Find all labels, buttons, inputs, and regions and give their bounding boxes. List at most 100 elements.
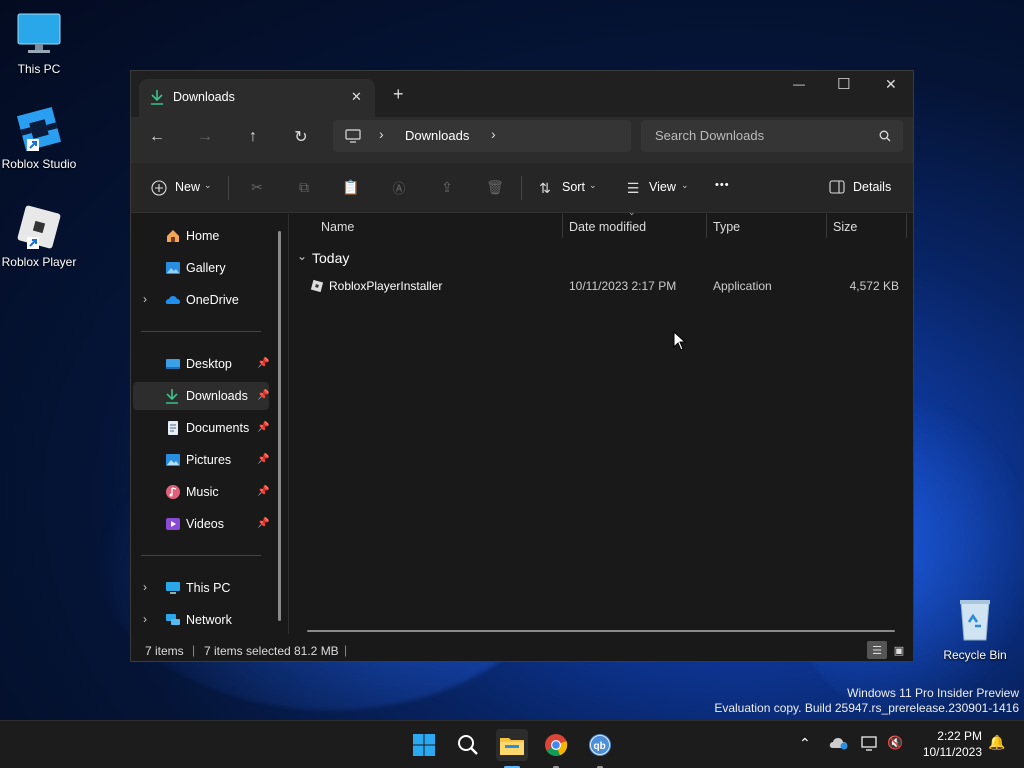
group-header-today[interactable]: Today	[312, 250, 349, 266]
start-button[interactable]	[408, 729, 440, 761]
refresh-icon[interactable]: ↻	[289, 125, 313, 149]
chevron-down-icon[interactable]: ⌄	[297, 249, 307, 263]
sidebar-item-label: Downloads	[186, 389, 248, 403]
clock[interactable]: 2:22 PM 10/11/2023	[912, 728, 982, 760]
up-icon[interactable]: ↑	[241, 125, 265, 149]
desktop-icon-this-pc[interactable]: This PC	[0, 10, 78, 76]
tab-downloads[interactable]: Downloads ✕	[139, 79, 375, 117]
show-hidden-icons-button[interactable]: ⌃	[799, 735, 811, 752]
close-window-button[interactable]: ✕	[885, 76, 897, 93]
file-explorer-taskbar-button[interactable]	[496, 729, 528, 768]
sidebar-item-network[interactable]: › Network	[133, 606, 269, 634]
breadcrumb-separator[interactable]: ›	[491, 126, 496, 142]
copy-icon[interactable]: ⧉	[294, 177, 314, 197]
view-icon: ☰	[626, 179, 640, 196]
notification-bell-icon[interactable]: 🔔	[988, 734, 1005, 751]
desktop-icon-label: This PC	[17, 62, 61, 76]
pin-icon: 📌	[257, 454, 270, 465]
cut-icon[interactable]: ✂	[247, 177, 267, 197]
view-button[interactable]: View	[649, 180, 676, 194]
breadcrumb-downloads[interactable]: Downloads	[405, 128, 469, 143]
sidebar-item-label: Pictures	[186, 453, 232, 467]
delete-icon[interactable]: 🗑	[485, 177, 505, 197]
status-bar: 7 items | 7 items selected 81.2 MB | ☰ ▣	[131, 637, 913, 663]
qbittorrent-taskbar-button[interactable]: qb	[584, 729, 616, 768]
thumbnails-view-icon[interactable]: ▣	[890, 641, 908, 659]
new-tab-button[interactable]: +	[393, 84, 404, 105]
column-header-type[interactable]: Type	[713, 220, 740, 246]
sidebar-item-label: Gallery	[186, 261, 226, 275]
chevron-right-icon[interactable]: ›	[143, 612, 147, 626]
sidebar-item-documents[interactable]: Documents 📌	[133, 414, 269, 442]
details-button[interactable]: Details	[853, 180, 891, 194]
more-options-button[interactable]: •••	[715, 179, 730, 191]
desktop-icon-roblox-player[interactable]: Roblox Player	[0, 203, 78, 269]
item-count: 7 items	[145, 644, 184, 658]
sidebar-item-videos[interactable]: Videos 📌	[133, 510, 269, 538]
details-view-icon[interactable]: ☰	[867, 641, 887, 659]
back-icon[interactable]: ←	[145, 125, 169, 149]
paste-icon[interactable]: 📋	[341, 177, 361, 197]
sidebar-item-downloads[interactable]: Downloads 📌	[133, 382, 269, 410]
pin-icon: 📌	[257, 390, 270, 401]
chevron-down-icon: ⌄	[589, 180, 597, 190]
file-row[interactable]: RobloxPlayerInstaller 10/11/2023 2:17 PM…	[301, 274, 905, 298]
sidebar-item-pictures[interactable]: Pictures 📌	[133, 446, 269, 474]
sidebar-item-label: Home	[186, 229, 220, 243]
sort-button[interactable]: Sort	[562, 180, 585, 194]
navigation-pane: Home Gallery › OneDrive Desktop 📌 Downlo…	[131, 214, 287, 634]
file-explorer-window: Downloads ✕ + — ☐ ✕ ← → ↑ ↻ › Downloads …	[130, 70, 914, 662]
pin-icon: 📌	[257, 518, 270, 529]
cloud-icon	[165, 292, 181, 308]
forward-icon[interactable]: →	[193, 125, 217, 149]
new-button[interactable]: New	[175, 180, 200, 194]
sidebar-item-label: Music	[186, 485, 219, 499]
clock-time: 2:22 PM	[937, 729, 982, 743]
column-header-name[interactable]: Name	[321, 220, 354, 246]
column-header-date[interactable]: Date modified	[569, 220, 646, 246]
computer-icon	[345, 128, 361, 144]
sidebar-item-onedrive[interactable]: › OneDrive	[133, 286, 269, 314]
chrome-taskbar-button[interactable]	[540, 729, 572, 768]
search-box[interactable]: Search Downloads	[641, 120, 903, 152]
pin-icon: 📌	[257, 422, 270, 433]
sidebar-item-home[interactable]: Home	[133, 222, 269, 250]
sidebar-divider	[141, 555, 261, 556]
close-tab-button[interactable]: ✕	[351, 89, 362, 105]
roblox-player-icon	[15, 203, 63, 251]
onedrive-tray-icon[interactable]	[829, 736, 849, 753]
column-divider[interactable]	[706, 214, 707, 238]
breadcrumb-separator[interactable]: ›	[379, 126, 384, 142]
sidebar-item-music[interactable]: Music 📌	[133, 478, 269, 506]
sidebar-item-this-pc[interactable]: › This PC	[133, 574, 269, 602]
chevron-right-icon[interactable]: ›	[143, 580, 147, 594]
chevron-right-icon[interactable]: ›	[143, 292, 147, 306]
sidebar-scrollbar[interactable]	[278, 231, 281, 621]
desktop-icon-roblox-studio[interactable]: Roblox Studio	[0, 105, 78, 171]
horizontal-scrollbar[interactable]	[307, 630, 895, 632]
minimize-button[interactable]: —	[793, 77, 805, 91]
column-divider[interactable]	[826, 214, 827, 238]
column-divider[interactable]	[562, 214, 563, 238]
search-input[interactable]: Search Downloads	[655, 128, 764, 143]
network-tray-icon[interactable]	[861, 735, 879, 754]
watermark-line1: Windows 11 Pro Insider Preview	[847, 686, 1019, 700]
maximize-button[interactable]: ☐	[837, 75, 850, 93]
column-divider[interactable]	[906, 214, 907, 238]
windows-icon	[413, 734, 435, 756]
search-button[interactable]	[452, 729, 484, 761]
taskbar: qb ⌃ 🔇 2:22 PM 10/11/2023 🔔	[0, 720, 1024, 768]
file-type: Application	[713, 279, 772, 293]
sidebar-item-gallery[interactable]: Gallery	[133, 254, 269, 282]
share-icon[interactable]: ⇪	[437, 177, 457, 197]
clock-date: 10/11/2023	[922, 745, 982, 759]
desktop-folder-icon	[165, 356, 181, 372]
column-header-size[interactable]: Size	[833, 220, 857, 246]
pane-divider[interactable]	[288, 214, 289, 634]
rename-icon[interactable]: Ⓐ	[389, 177, 409, 197]
volume-muted-icon[interactable]: 🔇	[887, 735, 903, 751]
desktop-icon-recycle-bin[interactable]: Recycle Bin	[936, 596, 1014, 662]
address-bar[interactable]: › Downloads ›	[333, 120, 631, 152]
title-bar[interactable]: Downloads ✕ + — ☐ ✕	[131, 71, 913, 117]
sidebar-item-desktop[interactable]: Desktop 📌	[133, 350, 269, 378]
